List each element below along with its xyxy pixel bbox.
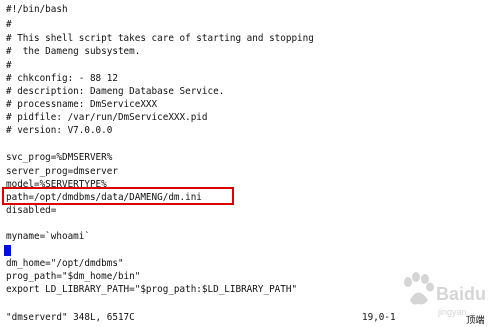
status-scroll-position: 顶端 <box>466 315 485 326</box>
code-line: dm_home="/opt/dmdbms" <box>6 258 124 269</box>
code-line: # description: Dameng Database Service. <box>6 86 225 97</box>
code-line: disabled= <box>6 205 57 216</box>
code-line: # the Dameng subsystem. <box>6 46 141 57</box>
highlight-box <box>2 187 234 205</box>
svg-text:Baidu: Baidu <box>436 284 486 304</box>
code-line: # processname: DmServiceXXX <box>6 99 158 110</box>
text-cursor <box>4 245 11 256</box>
code-line: # This shell script takes care of starti… <box>6 33 314 44</box>
svg-text:jingyan: jingyan <box>437 307 467 317</box>
code-line: # <box>6 60 12 71</box>
code-line: # version: V7.0.0.0 <box>6 125 113 136</box>
code-line: svc_prog=%DMSERVER% <box>6 152 113 163</box>
code-line: myname=`whoami` <box>6 231 90 242</box>
code-line: server_prog=dmserver <box>6 166 118 177</box>
code-line: #!/bin/bash <box>6 4 68 15</box>
code-line: # <box>6 19 12 30</box>
code-line: # pidfile: /var/run/DmServiceXXX.pid <box>6 112 208 123</box>
status-file-info: "dmserverd" 348L, 6517C <box>6 312 135 323</box>
code-line: prog_path="$dm_home/bin" <box>6 271 141 282</box>
vim-editor[interactable]: #!/bin/bash # # This shell script takes … <box>0 0 500 327</box>
code-line: export LD_LIBRARY_PATH="$prog_path:$LD_L… <box>6 284 298 295</box>
code-line: # chkconfig: - 88 12 <box>6 73 118 84</box>
status-cursor-position: 19,0-1 <box>362 312 396 323</box>
